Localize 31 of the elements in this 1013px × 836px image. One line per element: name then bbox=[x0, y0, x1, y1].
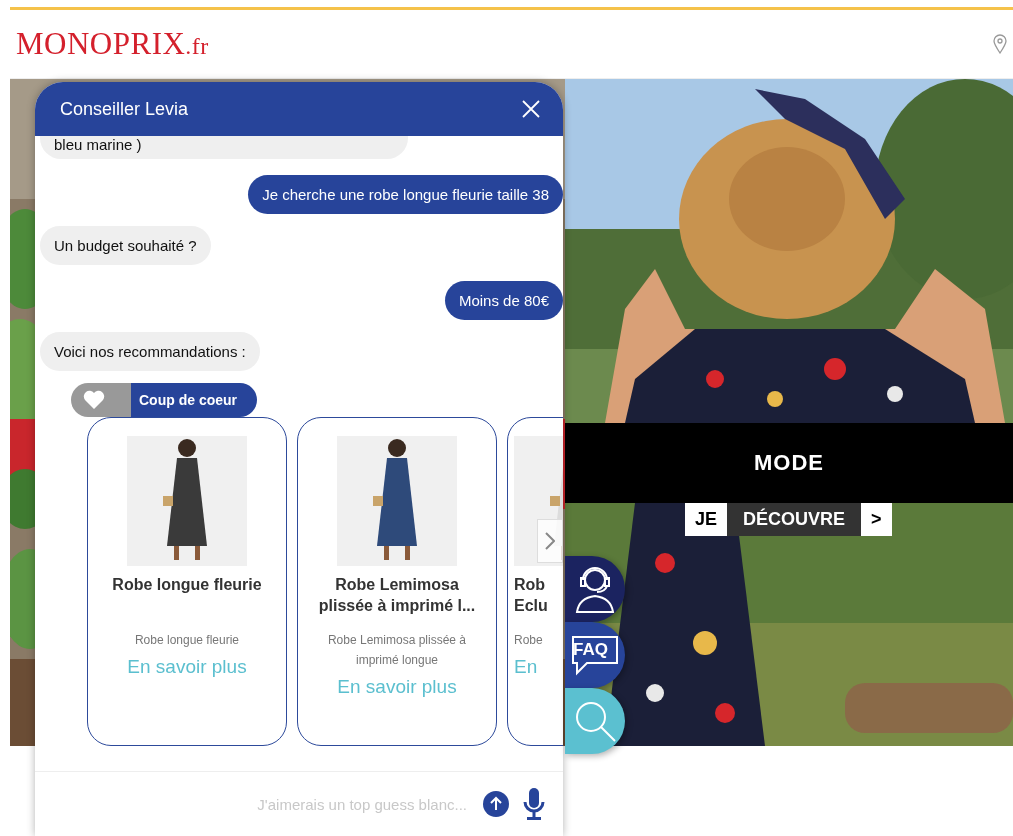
bot-message: Un budget souhaité ? bbox=[40, 226, 211, 265]
product-title: Robe longue fleurie bbox=[111, 575, 263, 595]
search-icon bbox=[573, 699, 617, 743]
next-button[interactable] bbox=[537, 519, 563, 563]
faq-button[interactable]: FAQ bbox=[565, 622, 625, 688]
speech-bubble-icon bbox=[571, 633, 619, 677]
location-pin-icon[interactable] bbox=[993, 34, 1007, 54]
headset-person-icon bbox=[573, 564, 617, 614]
send-button[interactable] bbox=[483, 791, 509, 817]
cta-prefix[interactable]: JE bbox=[685, 503, 728, 536]
logo[interactable]: MONOPRIX.fr bbox=[16, 26, 209, 62]
product-description: Robe bbox=[514, 632, 543, 649]
bot-message: Voici nos recommandations : bbox=[40, 332, 260, 371]
close-icon[interactable] bbox=[521, 99, 541, 119]
discover-button[interactable]: DÉCOUVRE bbox=[727, 503, 862, 536]
product-description: Robe longue fleurie bbox=[133, 632, 241, 649]
product-card[interactable]: Robe longue fleurie Robe longue fleurie En savoir plus bbox=[87, 417, 287, 746]
heart-icon bbox=[83, 390, 105, 410]
product-description: Robe Lemimosa plissée à imprimé longue bbox=[326, 632, 468, 669]
product-title: Robe Lemimosa plissée à imprimé l... bbox=[317, 575, 477, 616]
microphone-icon[interactable] bbox=[523, 787, 545, 821]
bot-message: bleu marine ) bbox=[40, 136, 408, 159]
chat-title: Conseiller Levia bbox=[60, 98, 189, 120]
category-title: MODE bbox=[754, 450, 824, 476]
search-button[interactable] bbox=[565, 688, 625, 754]
product-title: Rob Eclu bbox=[514, 575, 549, 616]
user-message: Moins de 80€ bbox=[444, 281, 563, 320]
user-message: Je cherche une robe longue fleurie taille 38 bbox=[248, 175, 563, 214]
chevron-right-icon bbox=[545, 532, 555, 550]
advisor-button[interactable] bbox=[565, 556, 625, 622]
product-card[interactable]: Robe Lemimosa plissée à imprimé l... Robe Lemimosa plissée à imprimé longue En savoir plus bbox=[297, 417, 497, 746]
